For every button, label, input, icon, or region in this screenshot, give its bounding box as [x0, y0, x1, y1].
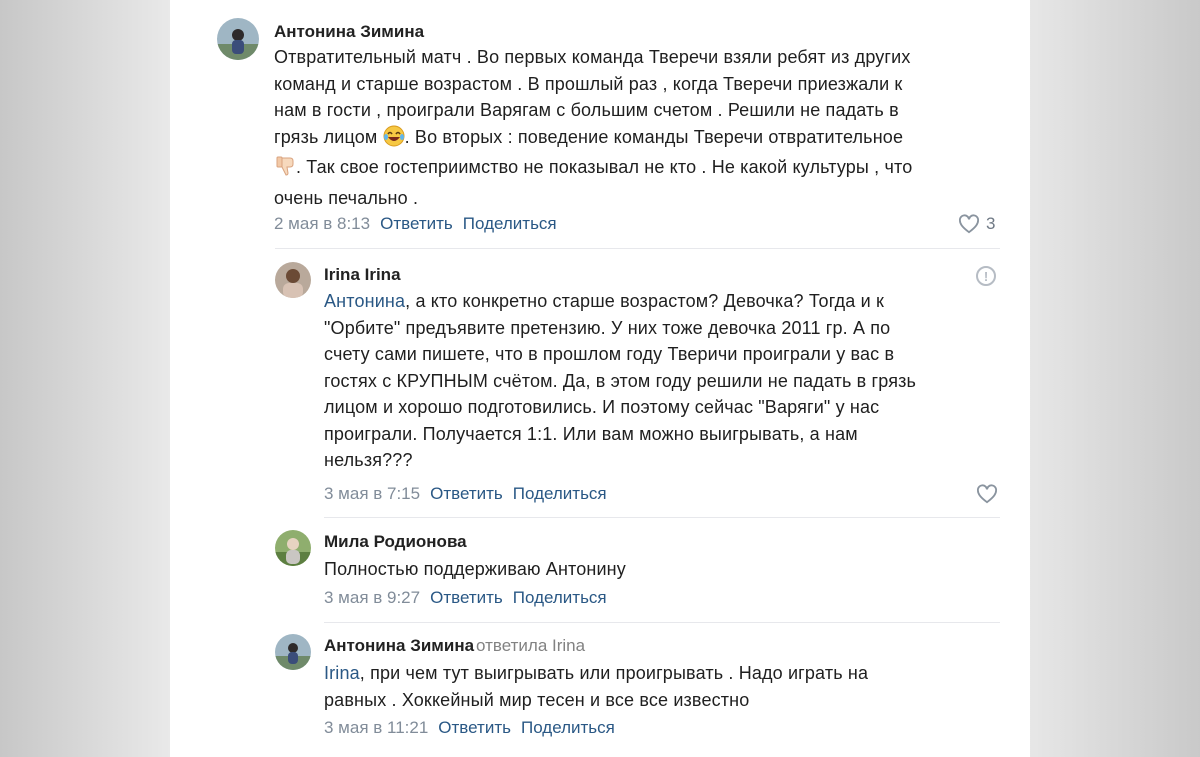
like-count: 3 [986, 214, 996, 233]
text-line: Полностью поддерживаю Антонину [324, 559, 626, 579]
text-line: равных . Хоккейный мир тесен и все все и… [324, 689, 750, 710]
right-backdrop [1000, 0, 1200, 757]
replied-to-label[interactable]: ответила Irina [476, 636, 585, 655]
reply-button[interactable]: Ответить [430, 484, 503, 503]
reply-button[interactable]: Ответить [430, 588, 503, 607]
text-segment: . Так свое гостеприимство не показывал н… [296, 157, 913, 177]
mention-link[interactable]: Антонина [324, 291, 405, 311]
text-line: проиграли. Получается 1:1. Или вам можно… [324, 423, 858, 444]
mention-link[interactable]: Irina [324, 663, 360, 683]
text-line: команд и старше возрастом . В прошлый ра… [274, 73, 903, 94]
text-line: . Так свое гостеприимство не показывал н… [274, 154, 1004, 185]
heart-icon [959, 214, 979, 234]
comment-text: Irina, при чем тут выигрывать или проигр… [324, 660, 994, 713]
text-segment: грязь лицом [274, 126, 378, 147]
text-segment: , при чем тут выигрывать или проигрывать… [359, 663, 869, 683]
share-button[interactable]: Поделиться [513, 484, 607, 503]
share-button[interactable]: Поделиться [463, 214, 557, 233]
comment-date[interactable]: 3 мая в 11:21 [324, 718, 428, 737]
text-line: очень печально . [274, 187, 419, 208]
comment-author: Антонина Зимина ответила Irina [324, 636, 585, 656]
avatar[interactable] [217, 18, 259, 60]
laughing-tears-emoji-icon [383, 125, 405, 155]
divider [324, 517, 1000, 518]
avatar[interactable] [275, 634, 311, 670]
text-segment: , а кто конкретно старше возрастом? Дево… [405, 291, 884, 311]
divider [324, 622, 1000, 623]
text-line: Irina, при чем тут выигрывать или проигр… [324, 660, 994, 687]
comment-author[interactable]: Антонина Зимина [274, 22, 424, 42]
text-line: грязь лицом . Во вторых : поведение кома… [274, 124, 1004, 155]
reply-button[interactable]: Ответить [380, 214, 453, 233]
reply-button[interactable]: Ответить [438, 718, 511, 737]
text-line: гостях с КРУПНЫМ счётом. Да, в этом году… [324, 370, 917, 391]
like-button[interactable]: 3 [958, 214, 995, 234]
comment-meta: 3 мая в 7:15 Ответить Поделиться [324, 484, 607, 504]
like-button[interactable] [976, 484, 998, 504]
comment-text: Полностью поддерживаю Антонину [324, 556, 994, 583]
comments-panel: Антонина Зимина Отвратительный матч . Во… [170, 0, 1030, 757]
divider [275, 248, 1000, 249]
comment-date[interactable]: 3 мая в 7:15 [324, 484, 420, 503]
comment-meta: 2 мая в 8:13 Ответить Поделиться [274, 214, 557, 234]
heart-icon [977, 484, 997, 504]
author-name[interactable]: Антонина Зимина [324, 636, 474, 655]
comment-text: Отвратительный матч . Во первых команда … [274, 44, 1004, 211]
share-button[interactable]: Поделиться [513, 588, 607, 607]
comment-date[interactable]: 3 мая в 9:27 [324, 588, 420, 607]
text-line: Отвратительный матч . Во первых команда … [274, 47, 911, 67]
comment-author[interactable]: Irina Irina [324, 265, 401, 285]
comment-meta: 3 мая в 11:21 Ответить Поделиться [324, 718, 615, 738]
report-icon[interactable]: ! [976, 266, 996, 286]
comment-date[interactable]: 2 мая в 8:13 [274, 214, 370, 233]
text-line: лицом и хорошо подготовились. И поэтому … [324, 397, 880, 417]
share-button[interactable]: Поделиться [521, 718, 615, 737]
avatar[interactable] [275, 262, 311, 298]
comment-text: Антонина, а кто конкретно старше возраст… [324, 288, 994, 474]
avatar[interactable] [275, 530, 311, 566]
comment-author[interactable]: Мила Родионова [324, 532, 467, 552]
text-line: нам в гости , проиграли Варягам с больши… [274, 100, 899, 120]
thumbs-down-emoji-icon [274, 155, 296, 185]
text-line: Антонина, а кто конкретно старше возраст… [324, 288, 994, 315]
text-segment: . Во вторых : поведение команды Тверечи … [404, 126, 904, 147]
comment-meta: 3 мая в 9:27 Ответить Поделиться [324, 588, 607, 608]
text-line: нельзя??? [324, 450, 413, 470]
text-line: "Орбите" предъявите претензию. У них тож… [324, 317, 891, 338]
left-backdrop [0, 0, 170, 757]
text-line: счету сами пишете, что в прошлом году Тв… [324, 344, 895, 364]
